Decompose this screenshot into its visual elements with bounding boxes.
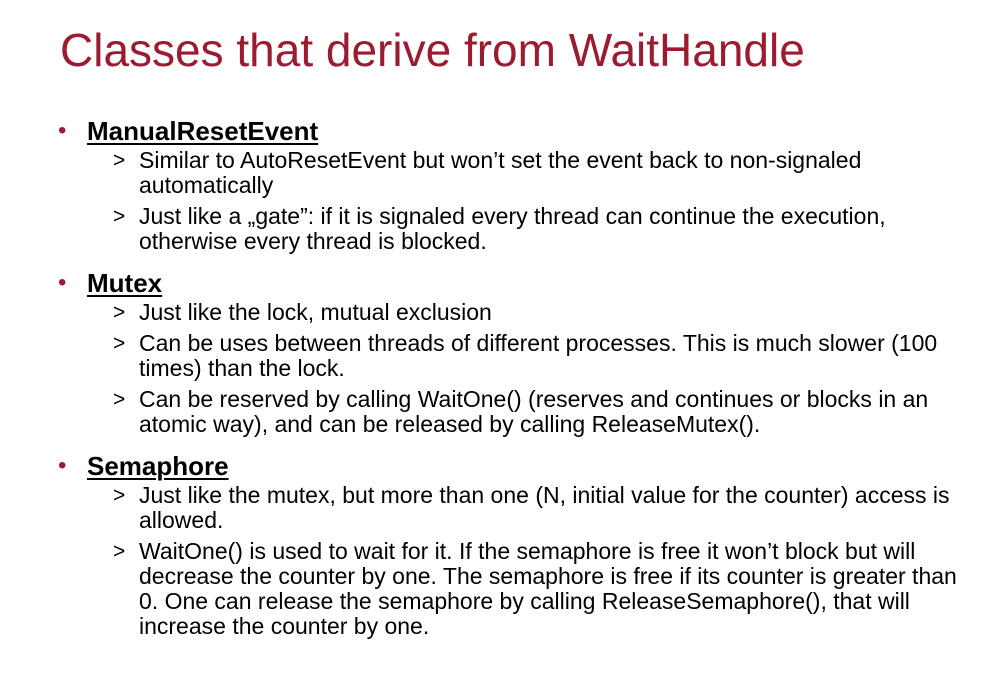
sub-item: > Can be reserved by calling WaitOne() (… xyxy=(0,387,975,437)
section-heading: ManualResetEvent xyxy=(87,116,319,146)
section-mutex: • Mutex > Just like the lock, mutual exc… xyxy=(0,268,1007,437)
sub-item: > Just like the lock, mutual exclusion xyxy=(0,300,975,325)
section-manualresetevent: • ManualResetEvent > Similar to AutoRese… xyxy=(0,116,1007,254)
section-semaphore: • Semaphore > Just like the mutex, but m… xyxy=(0,451,1007,639)
bullet-row: • ManualResetEvent xyxy=(0,116,1007,148)
chevron-right-icon: > xyxy=(113,484,126,507)
sub-item-text: Can be uses between threads of different… xyxy=(139,330,938,381)
sub-item: > Can be uses between threads of differe… xyxy=(0,331,975,381)
slide-content: • ManualResetEvent > Similar to AutoRese… xyxy=(0,116,1007,653)
sub-item: > Just like a „gate”: if it is signaled … xyxy=(0,204,975,254)
bullet-icon: • xyxy=(58,269,67,296)
bullet-row: • Semaphore xyxy=(0,451,1007,483)
sub-item-text: Just like the mutex, but more than one (… xyxy=(139,482,950,533)
slide: Classes that derive from WaitHandle • Ma… xyxy=(0,0,1007,690)
chevron-right-icon: > xyxy=(113,332,126,355)
chevron-right-icon: > xyxy=(113,205,126,228)
sub-item: > WaitOne() is used to wait for it. If t… xyxy=(0,539,975,639)
sub-item: > Just like the mutex, but more than one… xyxy=(0,483,975,533)
bullet-row: • Mutex xyxy=(0,268,1007,300)
slide-title: Classes that derive from WaitHandle xyxy=(60,24,805,76)
chevron-right-icon: > xyxy=(113,149,126,172)
chevron-right-icon: > xyxy=(113,388,126,411)
chevron-right-icon: > xyxy=(113,301,126,324)
sub-item-text: Can be reserved by calling WaitOne() (re… xyxy=(139,386,929,437)
section-heading: Semaphore xyxy=(87,451,229,481)
sub-item-text: Similar to AutoResetEvent but won’t set … xyxy=(139,147,862,198)
sub-item-text: Just like a „gate”: if it is signaled ev… xyxy=(139,203,886,254)
bullet-icon: • xyxy=(58,117,67,144)
sub-item-text: Just like the lock, mutual exclusion xyxy=(139,299,492,325)
sub-item: > Similar to AutoResetEvent but won’t se… xyxy=(0,148,975,198)
bullet-icon: • xyxy=(58,452,67,479)
sub-item-text: WaitOne() is used to wait for it. If the… xyxy=(139,538,957,639)
section-heading: Mutex xyxy=(87,268,163,298)
chevron-right-icon: > xyxy=(113,540,126,563)
